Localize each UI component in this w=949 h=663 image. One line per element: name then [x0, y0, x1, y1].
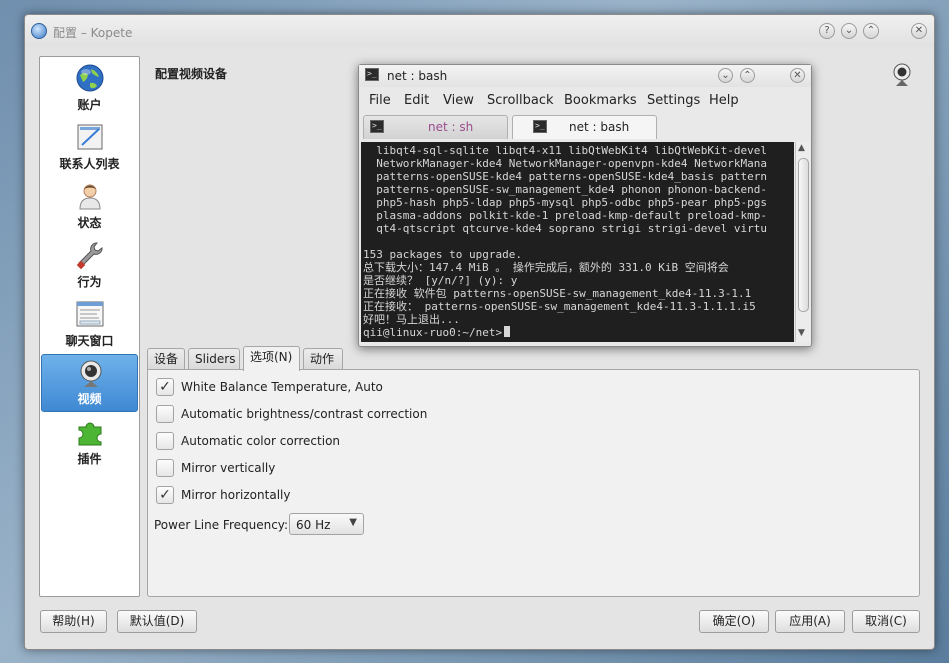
- kopete-app-icon: [31, 23, 47, 39]
- option-label: Mirror vertically: [181, 461, 276, 475]
- options-panel: ✓ White Balance Temperature, Auto Automa…: [147, 369, 920, 597]
- konsole-window: >_ net : bash ⌄ ⌃ ✕ File Edit View Scrol…: [358, 64, 812, 347]
- terminal-icon: >_: [365, 68, 379, 81]
- sidebar-item-accounts[interactable]: 账户: [41, 59, 138, 117]
- sidebar-item-contact-list[interactable]: 联系人列表: [41, 118, 138, 176]
- sidebar-item-behavior[interactable]: 行为: [41, 236, 138, 294]
- terminal-line: qt4-qtscript qtcurve-kde4 soprano strigi…: [363, 222, 767, 235]
- sidebar-item-label: 状态: [77, 216, 102, 230]
- terminal-cursor: [504, 326, 511, 337]
- terminal-prompt: qii@linux-ruo0:~/net>: [363, 326, 503, 339]
- terminal-line: 正在接收： patterns-openSUSE-sw_management_kd…: [363, 300, 756, 313]
- minimize-icon[interactable]: ⌄: [718, 68, 733, 83]
- sidebar-item-chat-window[interactable]: 聊天窗口: [41, 295, 138, 353]
- menu-file[interactable]: File: [369, 93, 391, 108]
- konsole-tab-sh[interactable]: >_ net : sh: [363, 115, 508, 139]
- sidebar-item-label: 聊天窗口: [65, 334, 114, 348]
- globe-icon: [76, 64, 104, 92]
- tab-actions[interactable]: 动作: [303, 348, 343, 370]
- sidebar-item-label: 账户: [77, 98, 102, 112]
- ok-button[interactable]: 确定(O): [699, 610, 769, 633]
- checkbox-unchecked[interactable]: [156, 459, 174, 477]
- terminal-line: NetworkManager-kde4 NetworkManager-openv…: [363, 157, 767, 170]
- sidebar-item-status[interactable]: 状态: [41, 177, 138, 235]
- sidebar-item-video[interactable]: 视频: [41, 354, 138, 412]
- person-icon: [79, 184, 101, 210]
- page-title: 配置视频设备: [155, 67, 228, 81]
- chevron-down-icon: ▼: [349, 517, 357, 528]
- option-label: Mirror horizontally: [181, 488, 291, 502]
- option-label: White Balance Temperature, Auto: [181, 380, 383, 394]
- sidebar-item-label: 行为: [77, 275, 102, 289]
- webcam-icon: [893, 63, 911, 86]
- terminal-line: 好吧！马上退出...: [363, 313, 460, 326]
- cancel-button[interactable]: 取消(C): [852, 610, 920, 633]
- konsole-title-bar[interactable]: >_ net : bash ⌄ ⌃ ✕: [359, 65, 811, 87]
- terminal-line: 153 packages to upgrade.: [363, 248, 522, 261]
- menu-edit[interactable]: Edit: [404, 93, 429, 108]
- sidebar-item-plugins[interactable]: 插件: [41, 413, 138, 471]
- menu-settings[interactable]: Settings: [647, 93, 700, 108]
- contact-list-icon: [77, 124, 103, 150]
- checkbox-checked[interactable]: ✓: [156, 378, 174, 396]
- option-label: Automatic color correction: [181, 434, 341, 448]
- webcam-icon: [80, 360, 102, 387]
- close-icon[interactable]: ✕: [790, 68, 805, 83]
- checkbox-unchecked[interactable]: [156, 432, 174, 450]
- title-bar[interactable]: 配置 – Kopete ? ⌄ ⌃ ✕: [25, 15, 934, 47]
- menu-scrollback[interactable]: Scrollback: [487, 93, 554, 108]
- help-icon[interactable]: ?: [819, 23, 835, 39]
- scroll-down-icon[interactable]: ▼: [798, 328, 805, 338]
- menu-help[interactable]: Help: [709, 93, 739, 108]
- konsole-title: net : bash: [387, 69, 448, 83]
- terminal-line: plasma-addons polkit-kde-1 preload-kmp-d…: [363, 209, 767, 222]
- terminal-line: 是否继续？ [y/n/?] (y): y: [363, 274, 518, 287]
- konsole-tab-bash[interactable]: >_ net : bash: [512, 115, 657, 139]
- terminal-icon: >_: [533, 120, 547, 133]
- checkbox-unchecked[interactable]: [156, 405, 174, 423]
- maximize-icon[interactable]: ⌃: [740, 68, 755, 83]
- minimize-icon[interactable]: ⌄: [841, 23, 857, 39]
- window-title: 配置 – Kopete: [53, 26, 133, 40]
- power-line-select[interactable]: 60 Hz ▼: [289, 513, 364, 535]
- terminal-scrollbar[interactable]: ▲ ▼: [795, 142, 810, 342]
- chat-window-icon: [76, 301, 104, 327]
- tab-options[interactable]: 选项(N): [243, 346, 300, 371]
- terminal-line: 正在接收 软件包 patterns-openSUSE-sw_management…: [363, 287, 752, 300]
- power-line-label: Power Line Frequency:: [154, 518, 289, 532]
- tab-device[interactable]: 设备: [147, 348, 185, 370]
- close-icon[interactable]: ✕: [911, 23, 927, 39]
- konsole-tab-label: net : bash: [569, 120, 630, 134]
- terminal-line: patterns-openSUSE-kde4 patterns-openSUSE…: [363, 170, 767, 183]
- terminal-line: patterns-openSUSE-sw_management_kde4 pho…: [363, 183, 767, 196]
- wrench-icon: [76, 242, 103, 270]
- power-line-value: 60 Hz: [296, 518, 331, 532]
- terminal-line: php5-hash php5-ldap php5-mysql php5-odbc…: [363, 196, 767, 209]
- tab-sliders[interactable]: Sliders: [188, 348, 240, 370]
- sidebar-item-label: 视频: [77, 392, 102, 406]
- terminal-output[interactable]: libqt4-sql-sqlite libqt4-x11 libQtWebKit…: [361, 142, 794, 342]
- defaults-button[interactable]: 默认值(D): [117, 610, 197, 633]
- category-sidebar: 账户 联系人列表 状态 行为 聊天窗口 视频 插件: [39, 56, 140, 597]
- checkbox-checked[interactable]: ✓: [156, 486, 174, 504]
- terminal-prompt-line: qii@linux-ruo0:~/net>: [363, 326, 511, 339]
- terminal-line: 总下载大小：147.4 MiB 。 操作完成后，额外的 331.0 KiB 空间…: [363, 261, 729, 274]
- menu-bookmarks[interactable]: Bookmarks: [564, 93, 637, 108]
- scroll-up-icon[interactable]: ▲: [798, 143, 805, 153]
- sidebar-item-label: 插件: [77, 452, 102, 466]
- scrollbar-thumb[interactable]: [798, 158, 809, 312]
- option-label: Automatic brightness/contrast correction: [181, 407, 428, 421]
- terminal-line: libqt4-sql-sqlite libqt4-x11 libQtWebKit…: [363, 144, 767, 157]
- apply-button[interactable]: 应用(A): [775, 610, 845, 633]
- sidebar-item-label: 联系人列表: [59, 157, 120, 171]
- terminal-icon: >_: [370, 120, 384, 133]
- menu-view[interactable]: View: [443, 93, 474, 108]
- help-button[interactable]: 帮助(H): [40, 610, 107, 633]
- puzzle-icon: [78, 422, 102, 446]
- konsole-tab-label: net : sh: [428, 120, 474, 134]
- konsole-menubar: File Edit View Scrollback Bookmarks Sett…: [359, 89, 811, 111]
- maximize-icon[interactable]: ⌃: [863, 23, 879, 39]
